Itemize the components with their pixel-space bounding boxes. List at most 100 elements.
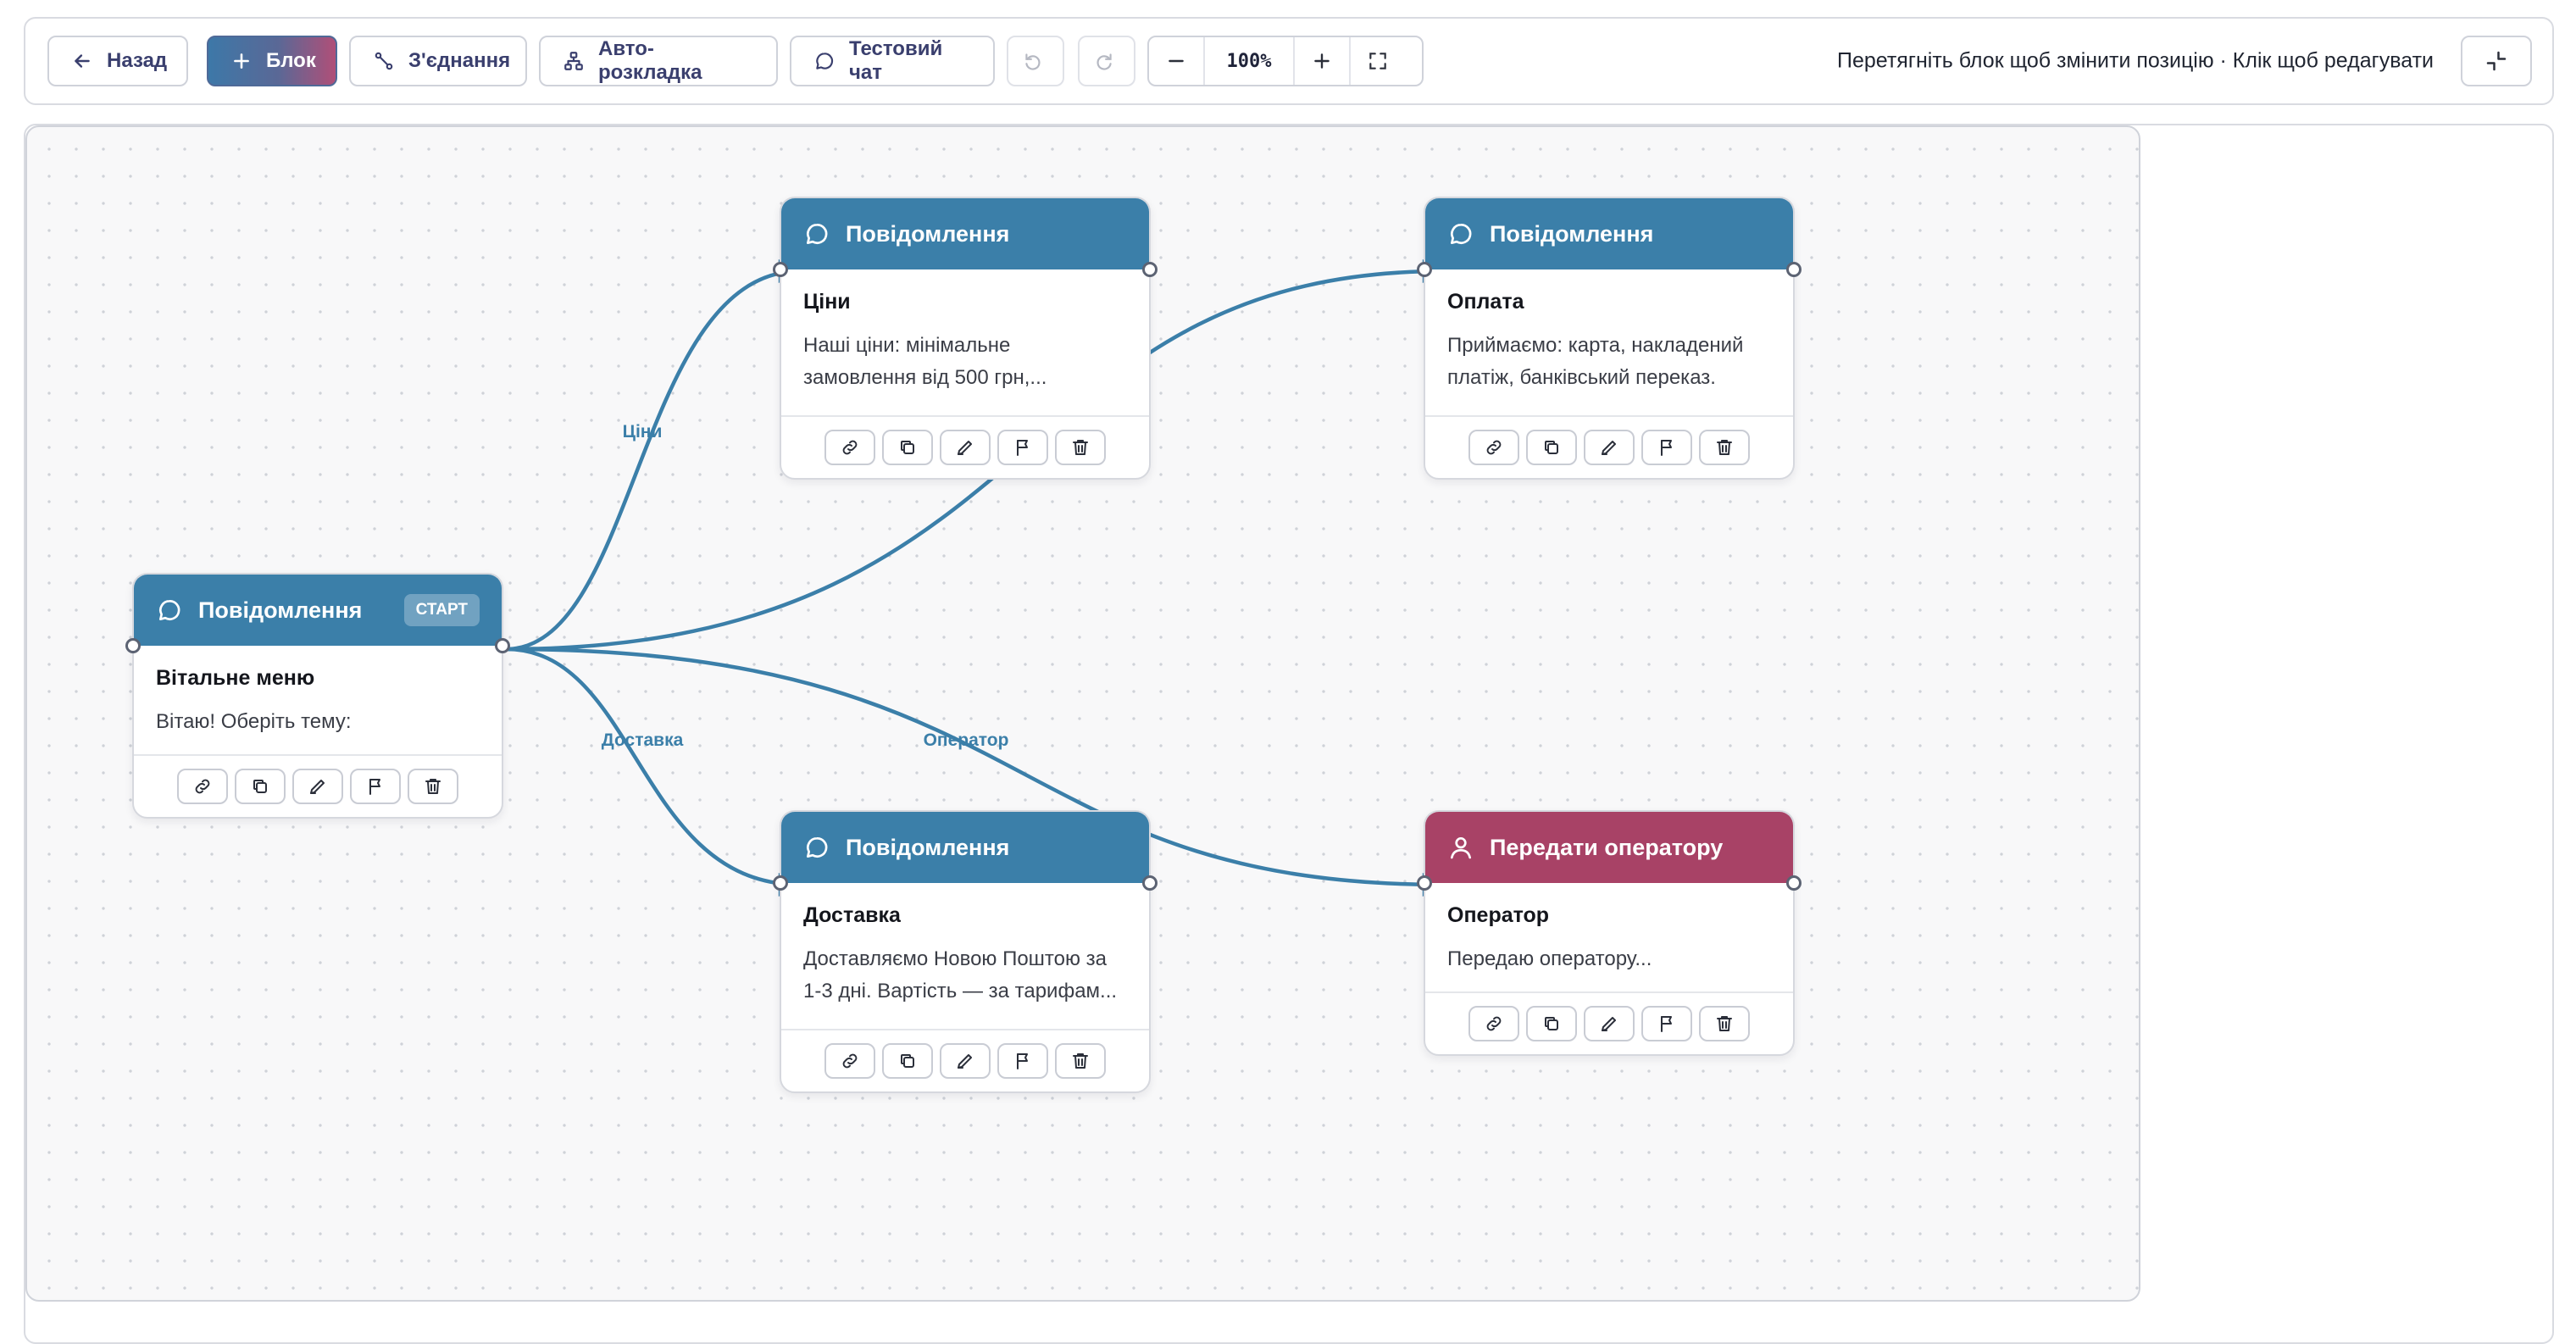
link-button[interactable]	[824, 1043, 875, 1079]
zoom-controls: 100%	[1147, 36, 1424, 86]
link-icon	[192, 776, 213, 797]
output-port[interactable]	[495, 638, 510, 653]
link-button[interactable]	[1468, 1006, 1519, 1041]
duplicate-button[interactable]	[882, 430, 933, 465]
duplicate-icon	[897, 437, 918, 458]
node-delivery[interactable]: Повідомлення Доставка Доставляємо Новою …	[773, 810, 1158, 1093]
user-icon	[1447, 834, 1474, 861]
node-welcome-menu[interactable]: Повідомлення СТАРТ Вітальне меню Вітаю! …	[125, 573, 510, 819]
node-actions	[781, 415, 1149, 478]
collapse-button[interactable]	[2461, 36, 2532, 86]
node-payment[interactable]: Повідомлення Оплата Приймаємо: карта, на…	[1417, 197, 1802, 480]
duplicate-button[interactable]	[1526, 1006, 1577, 1041]
editor-toolbar: Назад Блок З'єднання Авто-розкладка Тест…	[24, 17, 2554, 105]
flag-icon	[1657, 1014, 1677, 1034]
node-title: Доставка	[803, 903, 901, 927]
undo-button[interactable]	[1007, 36, 1064, 86]
output-port[interactable]	[1142, 262, 1158, 277]
edit-button[interactable]	[292, 769, 343, 804]
node-title: Оператор	[1447, 903, 1550, 927]
input-port[interactable]	[1417, 875, 1432, 891]
chat-bubble-icon	[803, 834, 830, 861]
start-badge: СТАРТ	[403, 594, 480, 626]
minus-icon	[1169, 59, 1184, 63]
flag-icon	[1013, 437, 1033, 458]
auto-layout-label: Авто-розкладка	[598, 37, 702, 84]
connect-button[interactable]: З'єднання	[349, 36, 527, 86]
redo-button[interactable]	[1078, 36, 1135, 86]
node-prices[interactable]: Повідомлення Ціни Наші ціни: мінімальне …	[773, 197, 1158, 480]
flow-canvas[interactable]: Ціни Доставка Оператор Повідомлення СТАР…	[25, 125, 2140, 1302]
node-type: Повідомлення	[846, 220, 1010, 247]
output-port[interactable]	[1142, 875, 1158, 891]
auto-layout-button[interactable]: Авто-розкладка	[539, 36, 778, 86]
zoom-out-button[interactable]	[1149, 37, 1203, 85]
connection-icon	[375, 52, 393, 70]
edit-icon	[308, 776, 328, 797]
duplicate-button[interactable]	[235, 769, 286, 804]
duplicate-icon	[250, 776, 270, 797]
link-icon	[840, 437, 860, 458]
chat-bubble-icon	[1447, 220, 1474, 247]
node-header[interactable]: Повідомлення	[1425, 198, 1793, 269]
flag-button[interactable]	[997, 1043, 1048, 1079]
edit-icon	[1599, 437, 1619, 458]
flag-button[interactable]	[1641, 430, 1692, 465]
node-text: Вітаю! Оберіть тему:	[156, 710, 352, 733]
duplicate-button[interactable]	[882, 1043, 933, 1079]
node-text: Доставляємо Новою Поштою за 1-3 дні. Вар…	[803, 947, 1118, 1002]
fit-screen-button[interactable]	[1349, 37, 1405, 85]
link-button[interactable]	[1468, 430, 1519, 465]
duplicate-button[interactable]	[1526, 430, 1577, 465]
delete-button[interactable]	[1055, 1043, 1106, 1079]
edge-label-operator: Оператор	[923, 730, 1009, 750]
input-port[interactable]	[773, 262, 788, 277]
delete-button[interactable]	[1699, 1006, 1750, 1041]
edge-to-prices[interactable]	[505, 259, 802, 652]
node-actions	[134, 754, 502, 817]
node-text: Передаю оператору...	[1447, 947, 1652, 970]
chat-bubble-icon	[803, 220, 830, 247]
node-type: Передати оператору	[1490, 834, 1724, 860]
node-header[interactable]: Повідомлення СТАРТ	[134, 575, 502, 646]
output-port[interactable]	[1786, 262, 1802, 277]
edge-label-delivery: Доставка	[601, 730, 684, 750]
node-header[interactable]: Повідомлення	[781, 812, 1149, 883]
edit-icon	[955, 1051, 975, 1071]
node-header[interactable]: Передати оператору	[1425, 812, 1793, 883]
flag-button[interactable]	[350, 769, 401, 804]
node-header[interactable]: Повідомлення	[781, 198, 1149, 269]
plus-icon	[234, 53, 249, 69]
add-block-button[interactable]: Блок	[207, 36, 337, 86]
node-body: Доставка Доставляємо Новою Поштою за 1-3…	[781, 883, 1149, 1029]
flag-button[interactable]	[1641, 1006, 1692, 1041]
editor-hint: Перетягніть блок щоб змінити позицію · К…	[1837, 48, 2434, 73]
collapse-icon	[2486, 51, 2507, 71]
back-button[interactable]: Назад	[47, 36, 188, 86]
output-port[interactable]	[1786, 875, 1802, 891]
zoom-in-button[interactable]	[1295, 37, 1349, 85]
edit-button[interactable]	[1584, 430, 1635, 465]
duplicate-icon	[1541, 437, 1562, 458]
node-operator[interactable]: Передати оператору Оператор Передаю опер…	[1417, 810, 1802, 1056]
delete-button[interactable]	[1699, 430, 1750, 465]
node-type: Повідомлення	[198, 597, 363, 623]
delete-button[interactable]	[408, 769, 458, 804]
input-port[interactable]	[1417, 262, 1432, 277]
edit-button[interactable]	[940, 1043, 991, 1079]
trash-icon	[1070, 437, 1091, 458]
delete-button[interactable]	[1055, 430, 1106, 465]
plus-icon	[1314, 53, 1330, 69]
input-port[interactable]	[773, 875, 788, 891]
chat-bubble-icon	[156, 597, 183, 624]
input-port[interactable]	[125, 638, 141, 653]
link-button[interactable]	[824, 430, 875, 465]
edit-button[interactable]	[1584, 1006, 1635, 1041]
edge-to-delivery[interactable]	[505, 647, 802, 897]
node-type: Повідомлення	[846, 834, 1010, 860]
node-text: Наші ціни: мінімальне замовлення від 500…	[803, 334, 1047, 389]
test-chat-button[interactable]: Тестовий чат	[790, 36, 995, 86]
link-button[interactable]	[177, 769, 228, 804]
edit-button[interactable]	[940, 430, 991, 465]
flag-button[interactable]	[997, 430, 1048, 465]
